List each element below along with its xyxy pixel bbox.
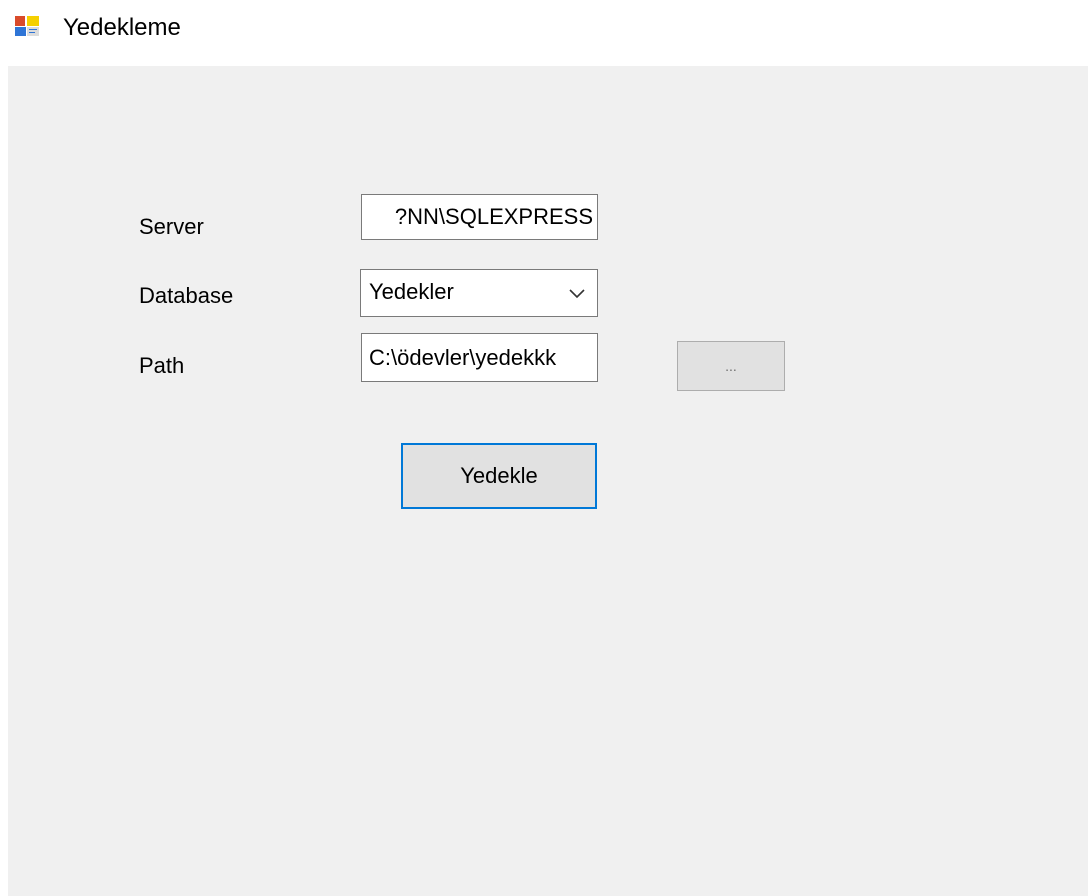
browse-button[interactable]: ... (677, 341, 785, 391)
window-title: Yedekleme (63, 14, 181, 41)
server-label: Server (139, 214, 204, 239)
path-input[interactable] (361, 333, 598, 382)
database-label: Database (139, 283, 234, 308)
path-label: Path (139, 353, 185, 378)
window-form-icon (14, 15, 40, 37)
server-input[interactable] (361, 194, 598, 240)
backup-button[interactable]: Yedekle (401, 443, 597, 509)
chevron-down-icon[interactable] (568, 287, 586, 299)
title-bar[interactable]: Yedekleme (0, 0, 1088, 60)
database-selected-value: Yedekler (369, 279, 454, 304)
backup-window: Yedekleme Server Database Yedekler Path … (0, 0, 1088, 896)
database-combobox[interactable]: Yedekler (360, 269, 598, 317)
